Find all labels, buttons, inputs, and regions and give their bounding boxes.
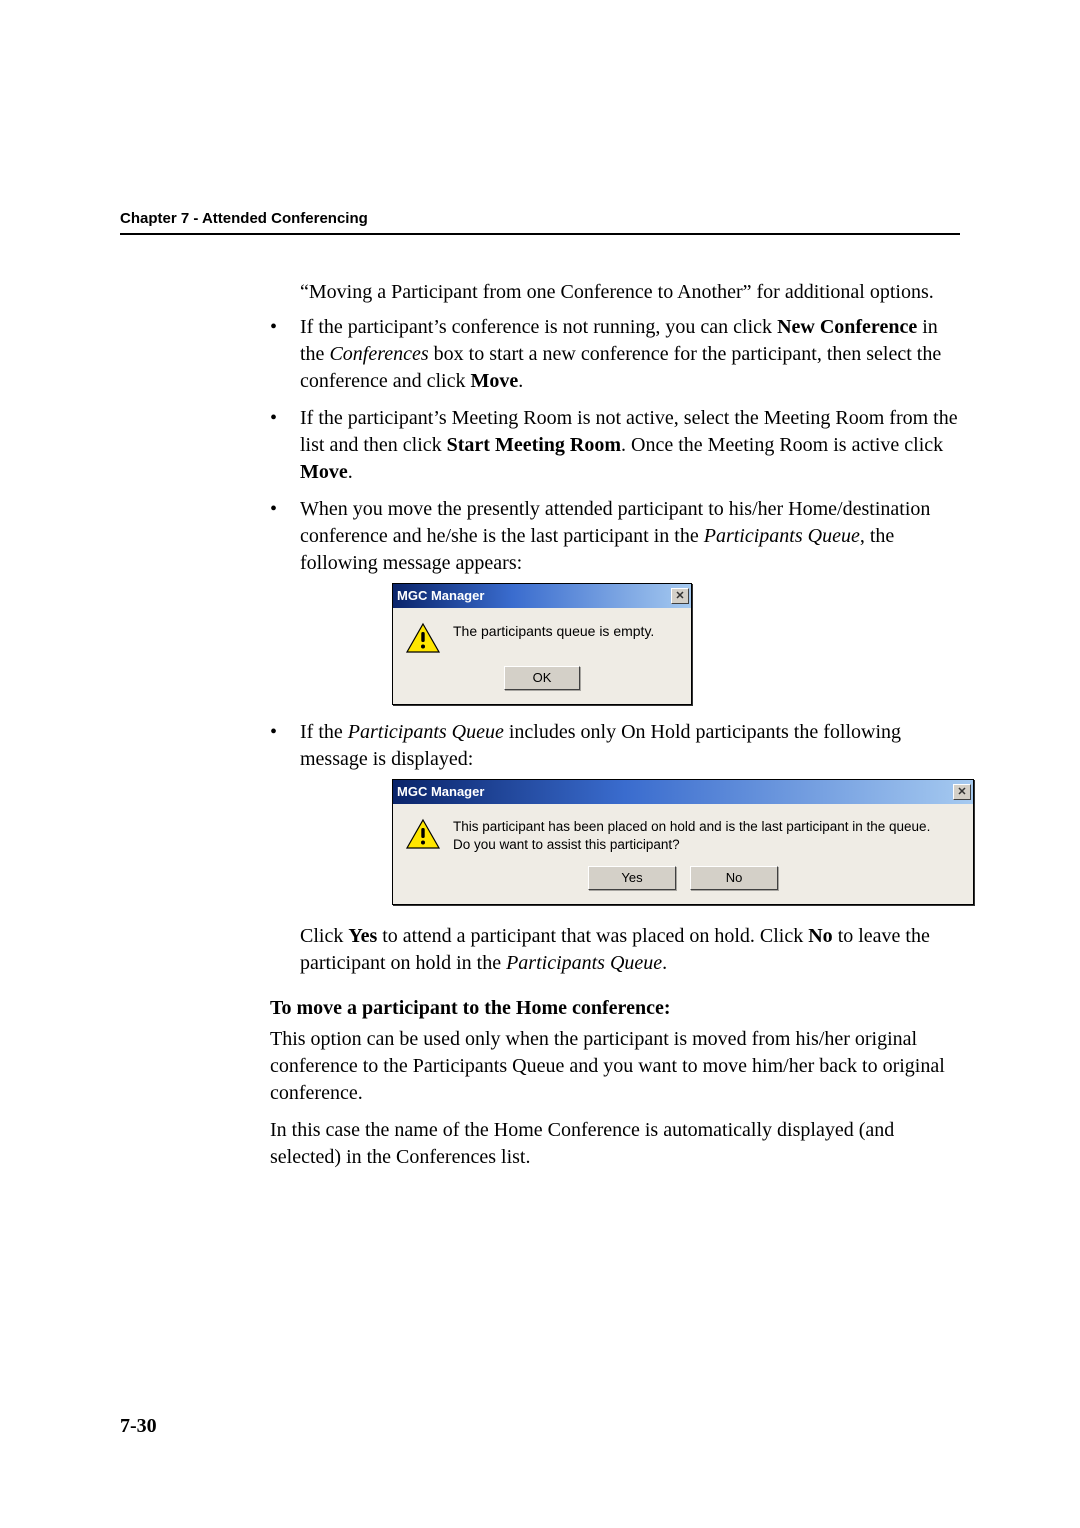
close-icon[interactable]: ✕: [671, 588, 689, 604]
bold-text: Start Meeting Room: [447, 434, 621, 456]
bold-text: Move: [470, 370, 518, 392]
warning-icon: [405, 622, 441, 654]
bullet-list: If the participant’s conference is not r…: [270, 314, 960, 977]
italic-text: Participants Queue: [506, 952, 662, 974]
chapter-header: Chapter 7 - Attended Conferencing: [120, 210, 960, 227]
ok-button[interactable]: OK: [504, 666, 580, 690]
warning-icon: [405, 818, 441, 850]
page-number: 7-30: [120, 1415, 157, 1438]
list-item: If the participant’s conference is not r…: [270, 314, 960, 395]
bold-text: Move: [300, 461, 348, 483]
no-button[interactable]: No: [690, 866, 778, 890]
intro-paragraph: “Moving a Participant from one Conferenc…: [300, 279, 960, 306]
section-heading: To move a participant to the Home confer…: [270, 995, 960, 1022]
dialog-titlebar: MGC Manager ✕: [393, 584, 691, 608]
list-item: If the Participants Queue includes only …: [270, 719, 960, 977]
dialog-body: The participants queue is empty.: [393, 608, 691, 660]
text-fragment: .: [662, 952, 667, 974]
bold-text: No: [808, 925, 832, 947]
bold-text: Yes: [348, 925, 377, 947]
body-paragraph: This option can be used only when the pa…: [270, 1026, 960, 1107]
text-fragment: to attend a participant that was placed …: [377, 925, 808, 947]
dialog-buttons: OK: [393, 660, 691, 704]
dialog-titlebar: MGC Manager ✕: [393, 780, 973, 804]
divider: [120, 233, 960, 235]
italic-text: Participants Queue: [704, 525, 860, 547]
text-fragment: If the participant’s conference is not r…: [300, 316, 777, 338]
body-paragraph: In this case the name of the Home Confer…: [270, 1117, 960, 1171]
dialog-message: The participants queue is empty.: [453, 622, 654, 641]
dialog-message: This participant has been placed on hold…: [453, 818, 930, 854]
list-item: If the participant’s Meeting Room is not…: [270, 405, 960, 486]
text-fragment: If the: [300, 721, 348, 743]
message-line: This participant has been placed on hold…: [453, 818, 930, 836]
yes-button[interactable]: Yes: [588, 866, 676, 890]
italic-text: Participants Queue: [348, 721, 504, 743]
message-line: Do you want to assist this participant?: [453, 836, 930, 854]
text-fragment: .: [348, 461, 353, 483]
list-item: When you move the presently attended par…: [270, 496, 960, 705]
dialog-queue-empty: MGC Manager ✕ The participants queue is …: [392, 583, 692, 705]
text-fragment: .: [518, 370, 523, 392]
text-fragment: . Once the Meeting Room is active click: [621, 434, 943, 456]
content-block: “Moving a Participant from one Conferenc…: [210, 279, 960, 1171]
dialog-title: MGC Manager: [397, 587, 484, 605]
document-page: Chapter 7 - Attended Conferencing “Movin…: [0, 0, 1080, 1241]
close-icon[interactable]: ✕: [953, 784, 971, 800]
dialog-title: MGC Manager: [397, 783, 484, 801]
dialog-body: This participant has been placed on hold…: [393, 804, 973, 860]
dialog-buttons: Yes No: [393, 860, 973, 904]
italic-text: Conferences: [329, 343, 428, 365]
dialog-on-hold: MGC Manager ✕ This participant has been …: [392, 779, 974, 905]
bold-text: New Conference: [777, 316, 917, 338]
text-fragment: Click: [300, 925, 348, 947]
